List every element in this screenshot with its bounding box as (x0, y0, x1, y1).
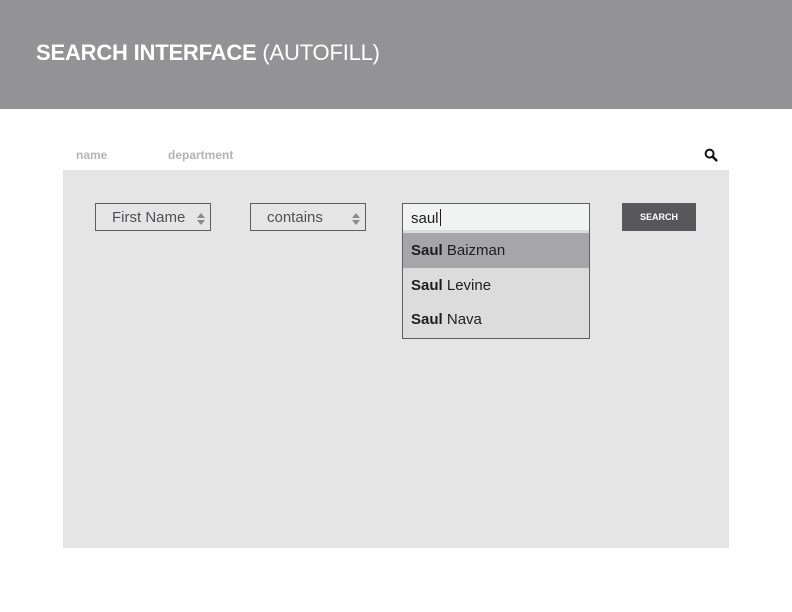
page-title-main: SEARCH INTERFACE (36, 40, 257, 65)
operator-select[interactable]: contains (250, 203, 366, 231)
search-tabs: name department (63, 140, 729, 170)
tab-department[interactable]: department (168, 148, 233, 162)
autofill-dropdown: Saul Baizman Saul Levine Saul Nava (402, 230, 590, 339)
suggestion-match: Saul (411, 242, 443, 259)
suggestion-text: Saul Levine (411, 277, 491, 294)
suggestion-rest: Nava (446, 311, 482, 328)
search-input-value-wrap: saul (411, 209, 441, 227)
page-header: SEARCH INTERFACE (AUTOFILL) (0, 0, 792, 109)
suggestion-text: Saul Nava (411, 311, 482, 328)
text-caret (439, 209, 441, 226)
tab-name[interactable]: name (76, 148, 107, 162)
suggestion-rest: Baizman (446, 242, 506, 259)
search-icon[interactable] (704, 148, 718, 162)
search-panel: First Name contains saul SEARCH Saul Bai… (63, 170, 729, 548)
page-title-qualifier: (AUTOFILL) (262, 40, 380, 65)
suggestion-text: Saul Baizman (411, 242, 505, 259)
select-arrows-icon (197, 212, 205, 225)
suggestion-item[interactable]: Saul Baizman (403, 233, 589, 268)
field-select[interactable]: First Name (95, 203, 211, 231)
suggestion-rest: Levine (446, 277, 492, 294)
search-input[interactable]: saul (402, 203, 590, 231)
suggestion-match: Saul (411, 277, 443, 294)
suggestion-match: Saul (411, 311, 443, 328)
search-button[interactable]: SEARCH (622, 203, 696, 231)
suggestion-item[interactable]: Saul Levine (403, 268, 589, 302)
search-input-value: saul (411, 210, 439, 227)
suggestion-item[interactable]: Saul Nava (403, 302, 589, 336)
operator-select-value: contains (267, 209, 323, 226)
select-arrows-icon (352, 212, 360, 225)
field-select-value: First Name (112, 209, 186, 226)
page-title: SEARCH INTERFACE (AUTOFILL) (36, 39, 380, 67)
